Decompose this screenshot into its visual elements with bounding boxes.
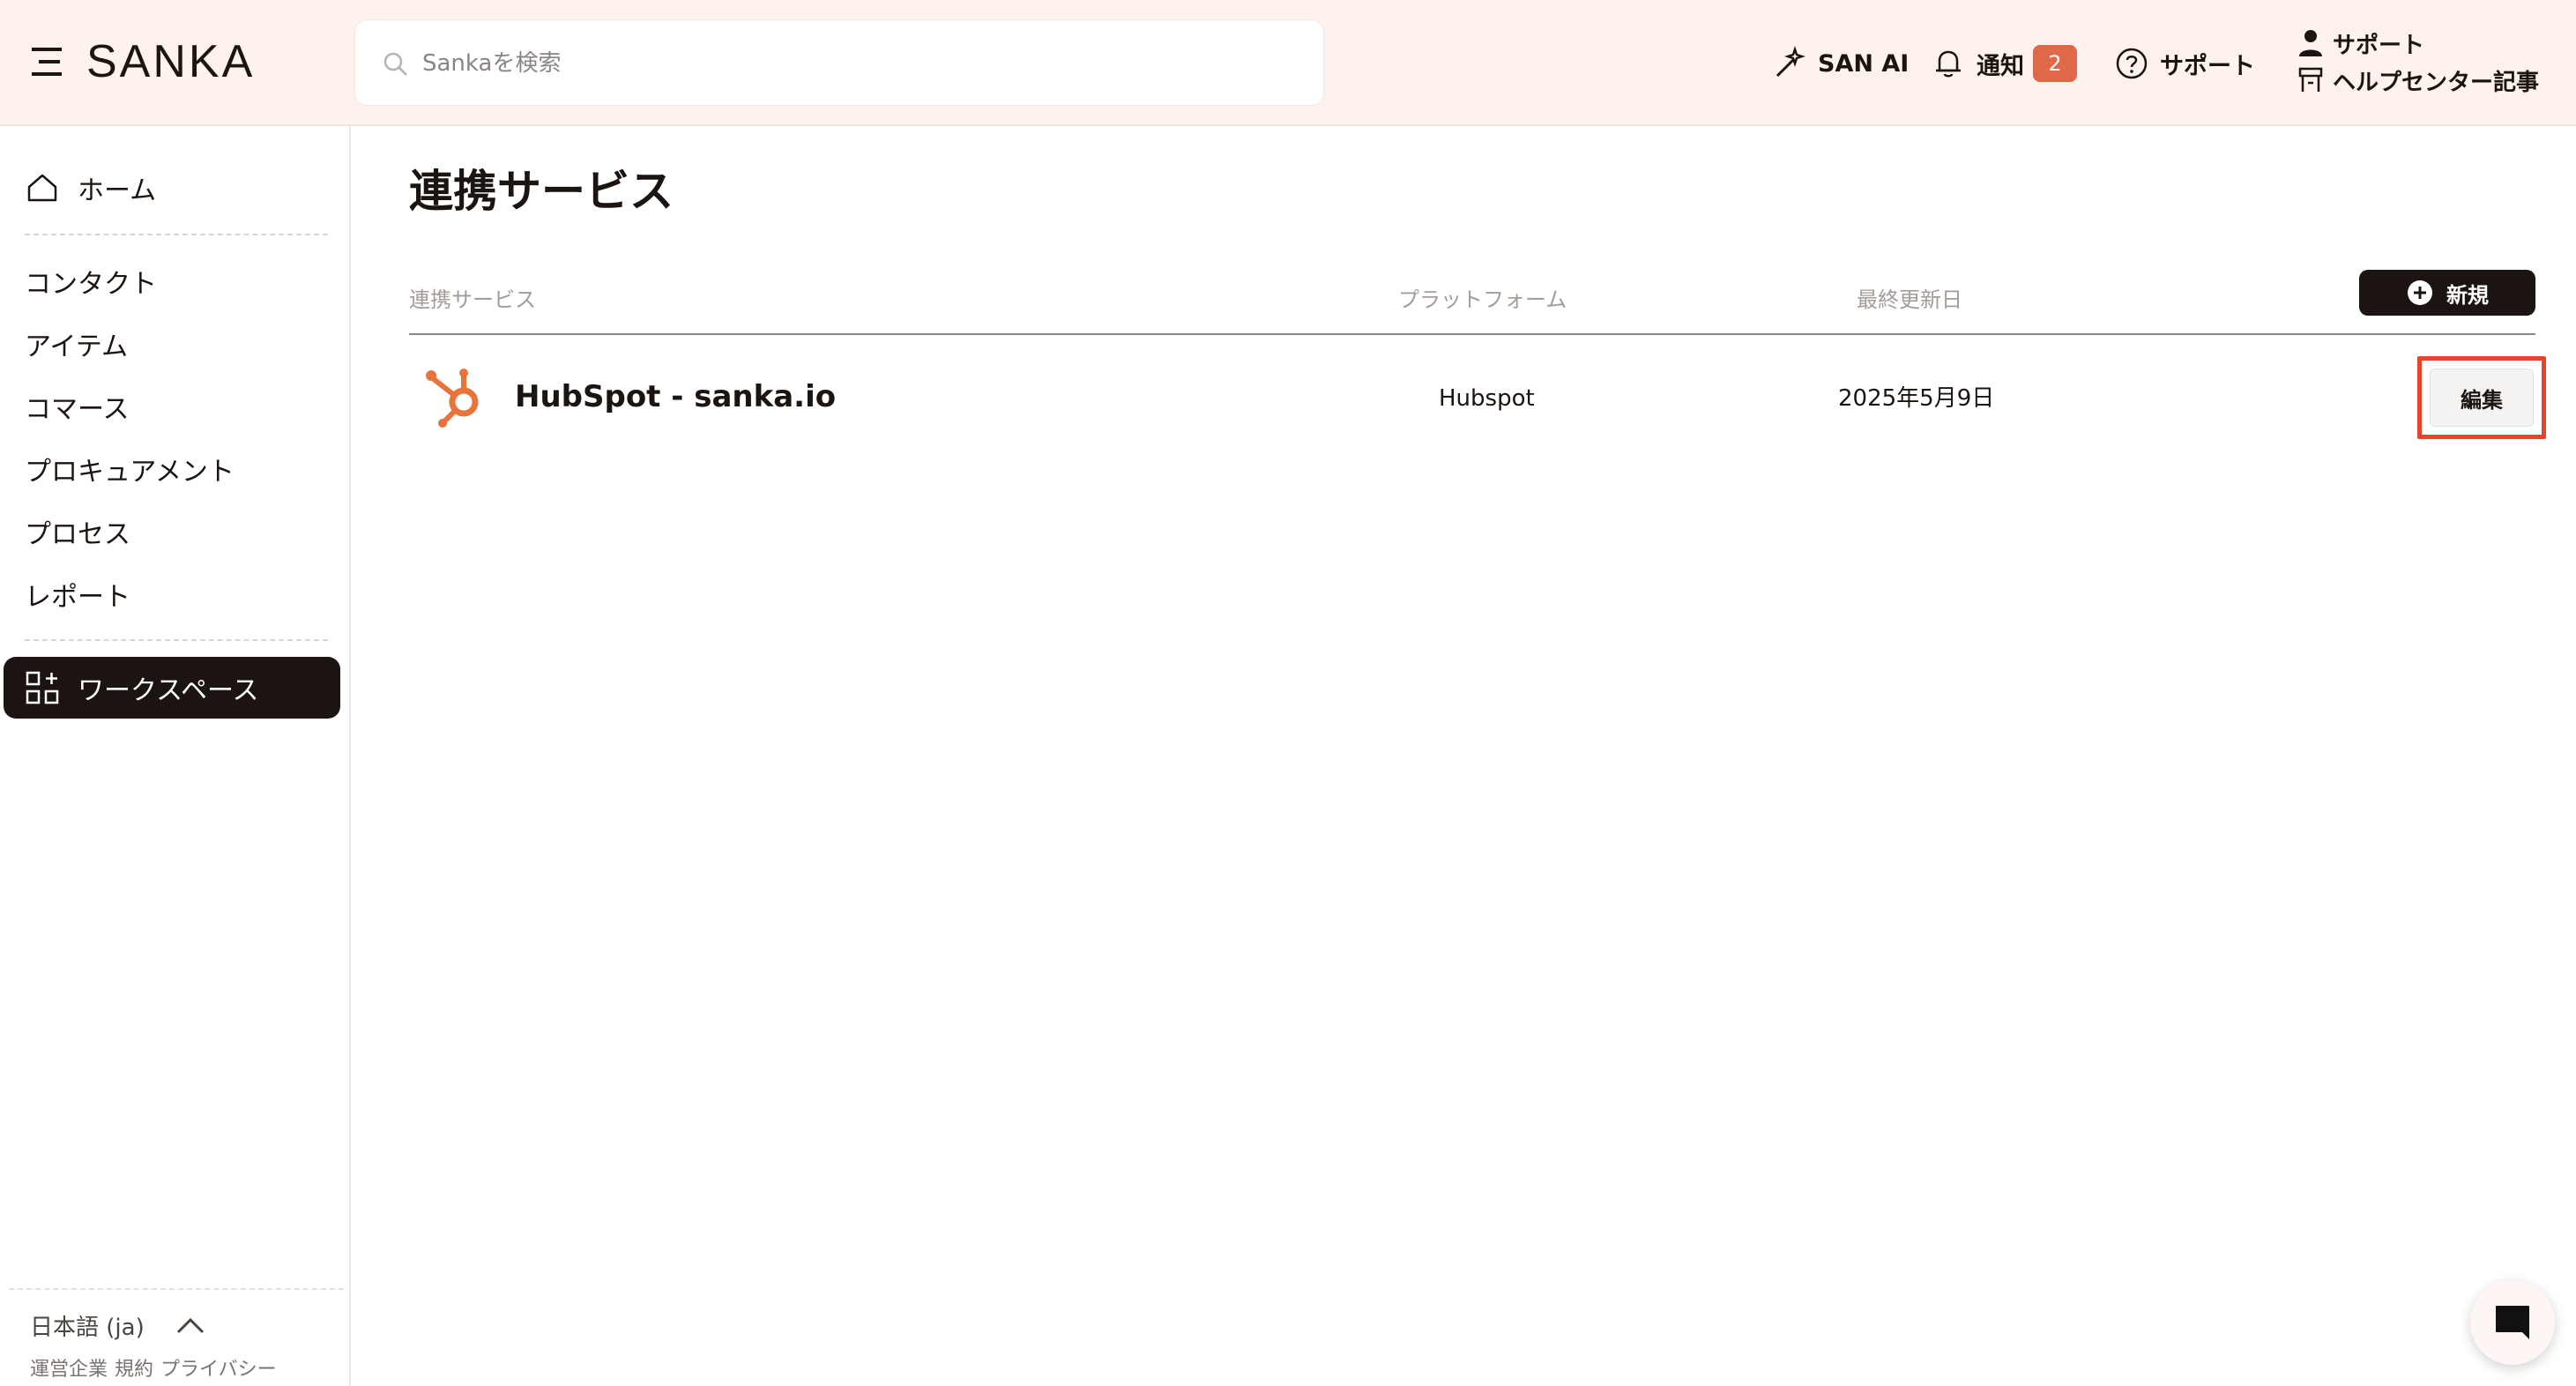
column-header-platform: プラットフォーム [1398, 287, 1567, 312]
page-title: 連携サービス [409, 166, 674, 217]
sidebar-item-label: コマース [25, 394, 130, 425]
sidebar-item-reports[interactable]: レポート [25, 570, 130, 619]
new-button-label: 新規 [2446, 282, 2489, 308]
menu-icon[interactable] [30, 44, 65, 79]
notification-count-badge: 2 [2033, 45, 2077, 82]
column-header-updated: 最終更新日 [1857, 287, 1962, 312]
chat-launcher-button[interactable] [2470, 1280, 2555, 1365]
sidebar-item-commerce[interactable]: コマース [25, 382, 130, 431]
sidebar-item-label: アイテム [25, 332, 128, 362]
support-link-label: サポート [2333, 32, 2425, 59]
integration-platform: Hubspot [1439, 385, 1535, 412]
footer-links: 運営企業 規約 プライバシー [30, 1353, 277, 1383]
search-bar[interactable] [354, 19, 1324, 106]
footer-link-privacy[interactable]: プライバシー [160, 1353, 277, 1383]
integration-name[interactable]: HubSpot - sanka.io [515, 374, 836, 420]
san-ai-label: SAN AI [1818, 49, 1910, 78]
san-ai-button[interactable]: SAN AI [1772, 39, 1909, 88]
new-integration-button[interactable]: 新規 [2359, 270, 2535, 316]
sidebar-footer-divider [9, 1288, 344, 1290]
footer-link-terms[interactable]: 規約 [115, 1353, 153, 1383]
chat-bubble-icon [2496, 1306, 2529, 1339]
help-circle-icon [2116, 48, 2148, 79]
search-input[interactable] [422, 40, 1304, 87]
sidebar-item-contacts[interactable]: コンタクト [25, 257, 157, 306]
sidebar-item-home[interactable]: ホーム [25, 163, 156, 212]
sidebar-item-label: コンタクト [25, 269, 157, 300]
sidebar-item-label: ワークスペース [78, 675, 259, 706]
person-icon [2299, 30, 2322, 56]
app-logo[interactable]: SANKA [86, 35, 255, 88]
table-header-rule [409, 333, 2535, 335]
help-center-label: ヘルプセンター記事 [2333, 69, 2540, 96]
home-icon [27, 174, 57, 202]
column-header-service: 連携サービス [409, 287, 536, 312]
hubspot-logo-icon [426, 369, 479, 428]
sidebar-item-items[interactable]: アイテム [25, 319, 128, 369]
help-center-link[interactable]: ヘルプセンター記事 [2297, 62, 2562, 99]
sidebar-item-workspace[interactable]: ワークスペース [4, 657, 340, 719]
top-header: SANKA SAN AI 通知 2 サポート [0, 0, 2576, 126]
edit-button[interactable]: 編集 [2430, 369, 2534, 427]
language-label: 日本語 (ja) [30, 1314, 145, 1341]
sidebar-item-label: ホーム [78, 175, 157, 206]
sidebar-divider [25, 639, 328, 641]
integration-updated-date: 2025年5月9日 [1838, 385, 1995, 412]
notifications-button[interactable]: 通知 2 [1931, 39, 2077, 88]
sidebar-item-label: プロセス [25, 519, 130, 550]
bell-icon [1936, 50, 1961, 78]
notifications-label: 通知 [1977, 52, 2024, 80]
sidebar-item-procurement[interactable]: プロキュアメント [25, 444, 235, 494]
grid-plus-icon [26, 671, 59, 704]
search-icon [383, 52, 407, 76]
chevron-up-icon [176, 1317, 204, 1334]
support-button[interactable]: サポート [2114, 39, 2255, 88]
storefront-icon [2298, 67, 2323, 92]
sidebar-divider [25, 234, 328, 235]
sidebar-item-label: プロキュアメント [25, 457, 235, 488]
sidebar-item-process[interactable]: プロセス [25, 507, 130, 556]
sidebar-item-label: レポート [25, 582, 130, 613]
plus-circle-icon [2408, 280, 2432, 305]
footer-link-company[interactable]: 運営企業 [30, 1353, 108, 1383]
language-selector[interactable]: 日本語 (ja) [30, 1306, 206, 1345]
magic-wand-icon [1776, 46, 1805, 78]
sidebar: ホーム コンタクト アイテム コマース プロキュアメント プロセス レポート ワ… [0, 126, 351, 1386]
support-menu: サポート ヘルプセンター記事 [2297, 25, 2562, 99]
support-link[interactable]: サポート [2297, 25, 2562, 62]
support-label: サポート [2160, 52, 2255, 80]
